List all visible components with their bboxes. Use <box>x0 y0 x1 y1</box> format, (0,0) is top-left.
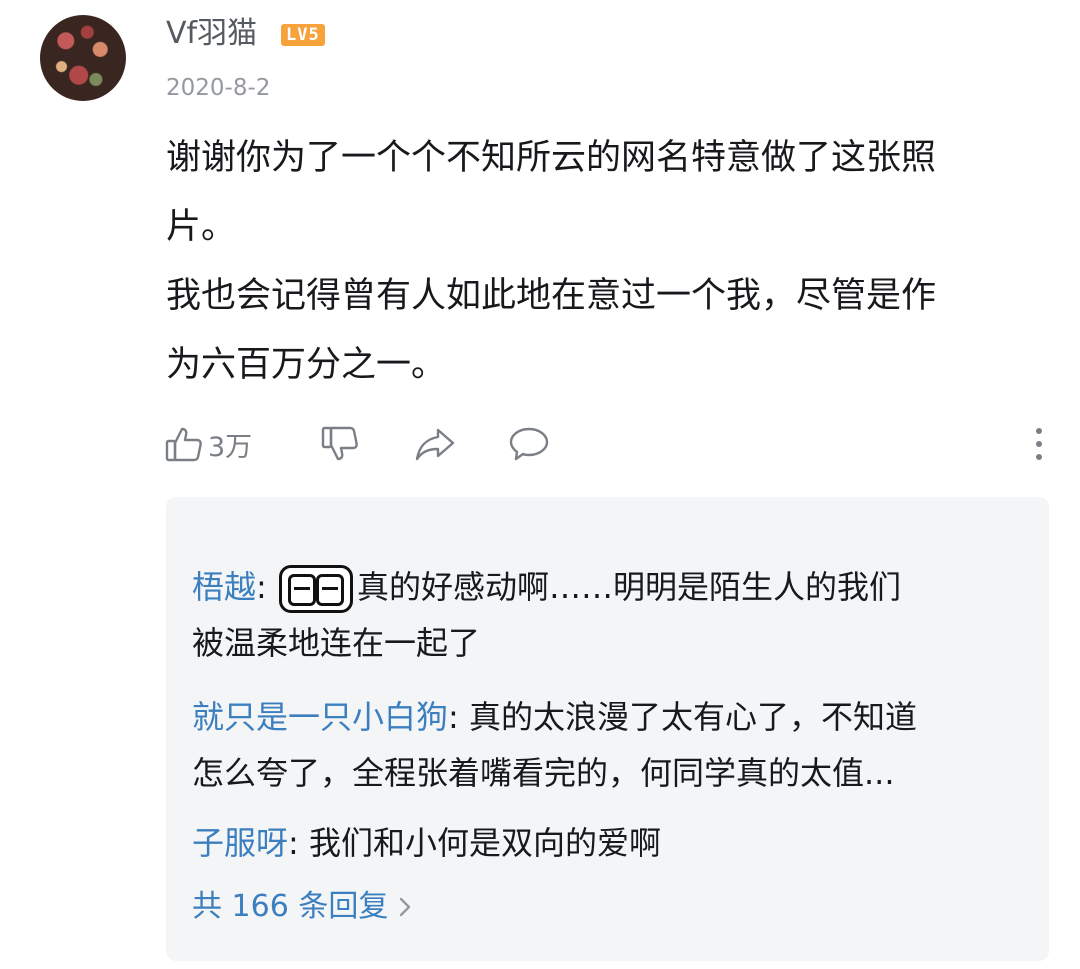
reply-colon: : <box>256 568 277 606</box>
reply-colon: : <box>288 824 309 862</box>
reply-colon: : <box>448 698 469 736</box>
total-replies-label: 共 166 条回复 <box>192 889 389 924</box>
user-avatar[interactable] <box>40 15 126 101</box>
thumbs-down-icon <box>321 426 358 461</box>
reply-button[interactable] <box>508 422 550 466</box>
reply-text: 我们和小何是双向的爱啊 <box>308 824 661 862</box>
reply-item[interactable]: 梧越: 真的好感动啊……明明是陌生人的我们 被温柔地连在一起了 <box>192 559 1022 671</box>
reply-text: 真的好感动啊……明明是陌生人的我们 <box>356 568 901 606</box>
comment-text: 谢谢你为了一个个不知所云的网名特意做了这张照 片。 我也会记得曾有人如此地在意过… <box>166 124 1036 400</box>
more-button[interactable] <box>1034 426 1044 466</box>
reply-line: 梧越: 真的好感动啊……明明是陌生人的我们 <box>192 559 1022 615</box>
level-badge: LV5 <box>281 24 325 46</box>
reply-author[interactable]: 子服呀 <box>192 824 288 862</box>
dislike-button[interactable] <box>320 422 360 466</box>
reply-author[interactable]: 就只是一只小白狗 <box>192 698 448 736</box>
comment-date: 2020-8-2 <box>166 75 271 101</box>
comment-line: 谢谢你为了一个个不知所云的网名特意做了这张照 <box>166 138 937 178</box>
share-button[interactable] <box>414 422 456 466</box>
comment-line: 为六百万分之一。 <box>166 345 447 385</box>
reply-line: 子服呀: 我们和小何是双向的爱啊 <box>192 815 1022 871</box>
more-vertical-icon <box>1036 428 1042 460</box>
replies-panel: 梧越: 真的好感动啊……明明是陌生人的我们 被温柔地连在一起了 就只是一只小白狗… <box>166 497 1049 961</box>
reply-line: 就只是一只小白狗: 真的太浪漫了太有心了，不知道 <box>192 689 1022 745</box>
username[interactable]: Vf羽猫 <box>166 14 257 54</box>
view-all-replies-link[interactable]: 共 166 条回复 <box>192 885 412 929</box>
reply-line: 被温柔地连在一起了 <box>192 624 481 662</box>
comment-line: 我也会记得曾有人如此地在意过一个我，尽管是作 <box>166 276 937 316</box>
comment-actions: 3万 <box>164 422 1044 466</box>
thumbs-up-icon <box>165 427 202 462</box>
reply-item[interactable]: 子服呀: 我们和小何是双向的爱啊 <box>192 815 1022 871</box>
reply-line: 怎么夸了，全程张着嘴看完的，何同学真的太值... <box>192 754 895 792</box>
like-count: 3万 <box>208 431 253 463</box>
tear-emoji-icon <box>278 565 353 613</box>
reply-text: 真的太浪漫了太有心了，不知道 <box>468 698 917 736</box>
chevron-right-icon <box>400 897 411 917</box>
chat-bubble-icon <box>509 427 549 461</box>
share-icon <box>415 428 455 461</box>
like-button[interactable]: 3万 <box>164 422 252 466</box>
reply-author[interactable]: 梧越 <box>192 568 256 606</box>
reply-item[interactable]: 就只是一只小白狗: 真的太浪漫了太有心了，不知道 怎么夸了，全程张着嘴看完的，何… <box>192 689 1022 801</box>
comment-line: 片。 <box>166 207 237 247</box>
